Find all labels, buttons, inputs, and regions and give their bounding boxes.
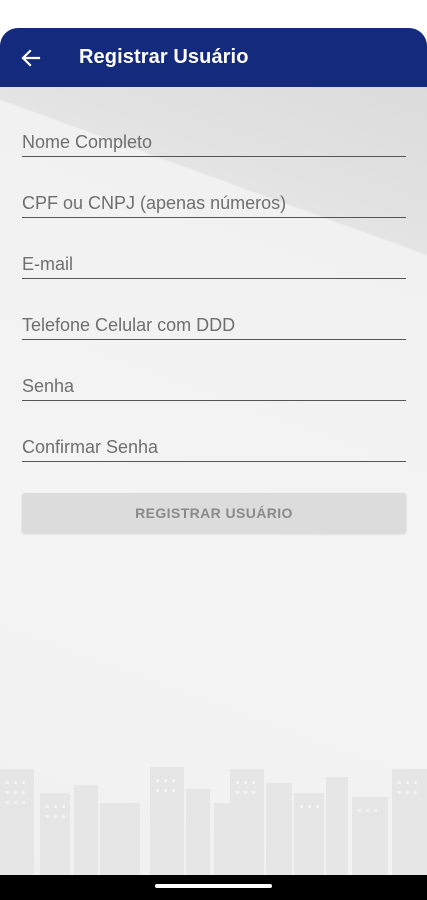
page-title: Registrar Usuário xyxy=(79,46,249,68)
arrow-left-icon xyxy=(21,49,41,67)
cpf-cnpj-input[interactable] xyxy=(22,193,406,214)
password-field[interactable] xyxy=(22,360,406,401)
confirm-password-field[interactable] xyxy=(22,421,406,462)
register-user-button[interactable]: REGISTRAR USUÁRIO xyxy=(22,493,406,533)
cpf-cnpj-field[interactable] xyxy=(22,177,406,218)
email-input[interactable] xyxy=(22,254,406,275)
city-skyline-background xyxy=(0,767,427,883)
confirm-password-input[interactable] xyxy=(22,437,406,458)
app-screen: Registrar Usuário REGISTRAR USUÁRIO xyxy=(0,28,427,900)
phone-input[interactable] xyxy=(22,315,406,336)
app-bar: Registrar Usuário xyxy=(0,28,427,87)
full-name-field[interactable] xyxy=(22,116,406,157)
home-indicator[interactable] xyxy=(155,884,272,888)
full-name-input[interactable] xyxy=(22,132,406,153)
email-field[interactable] xyxy=(22,238,406,279)
back-button[interactable] xyxy=(18,45,44,71)
phone-field[interactable] xyxy=(22,299,406,340)
system-navigation-bar xyxy=(0,875,427,900)
password-input[interactable] xyxy=(22,376,406,397)
